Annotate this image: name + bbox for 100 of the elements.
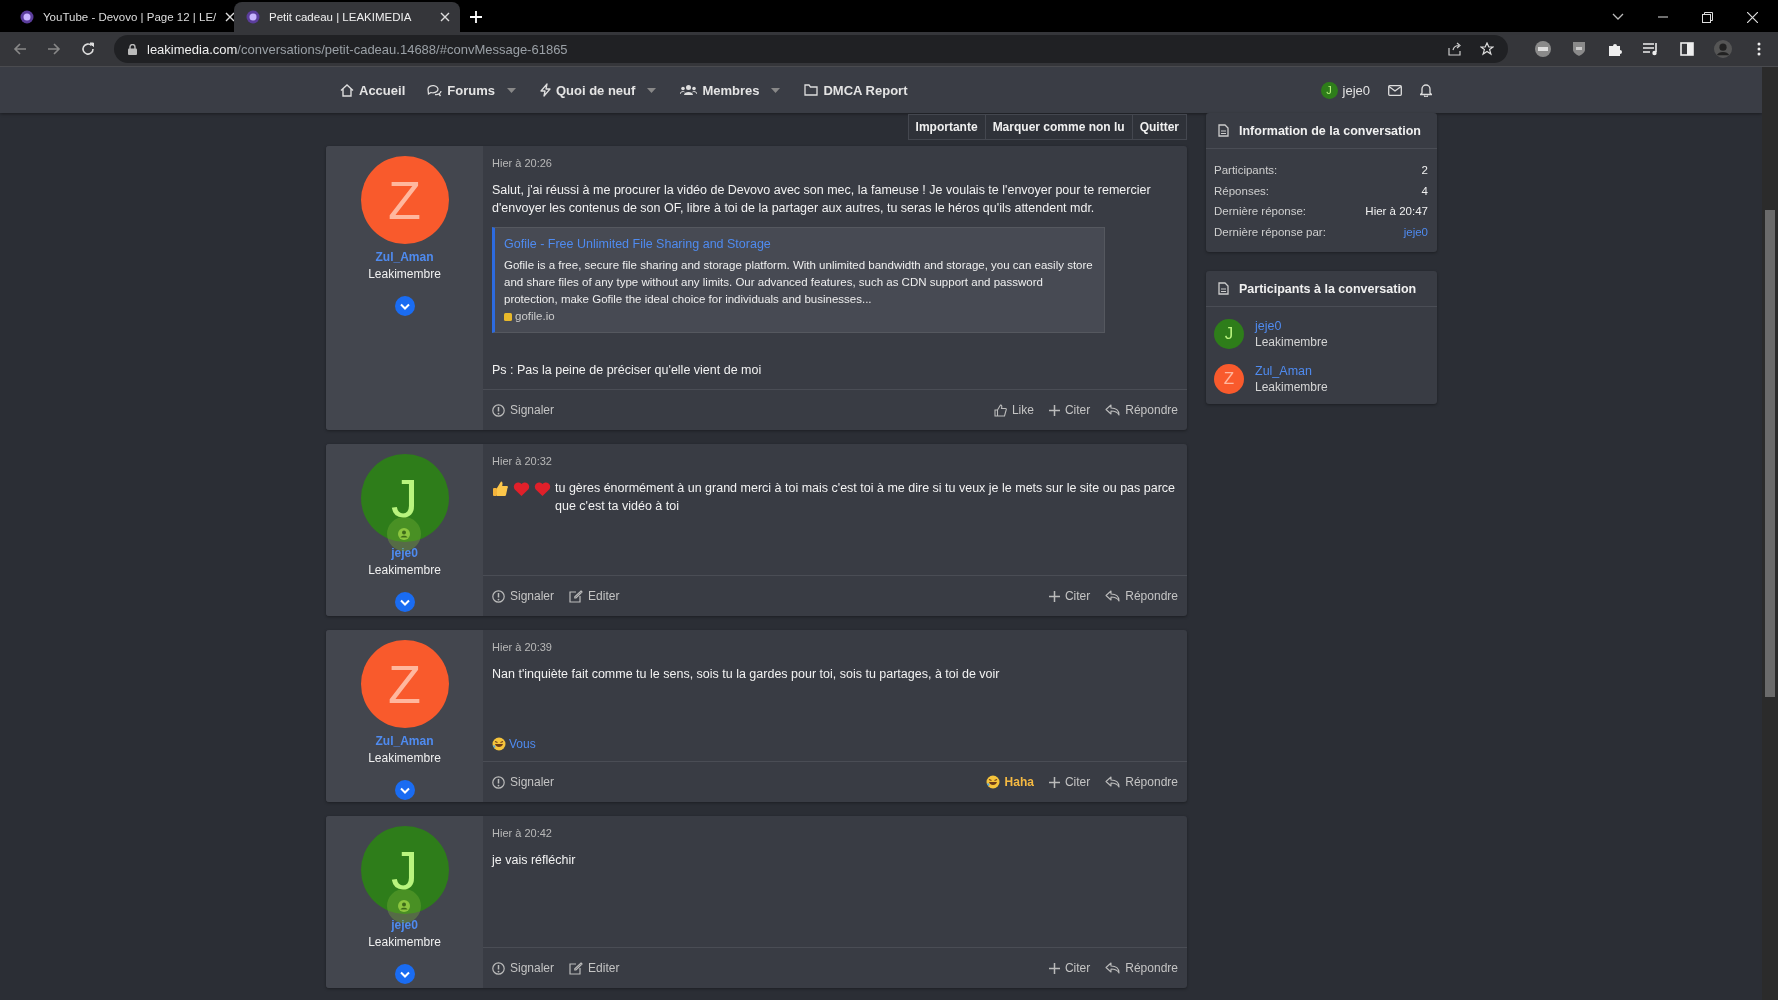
nav-link[interactable]: Accueil [340, 82, 406, 98]
username-link[interactable]: jeje0 [1255, 319, 1328, 333]
shield-icon[interactable] [1570, 41, 1588, 57]
timestamp[interactable]: Hier à 20:39 [492, 641, 552, 653]
forward-icon[interactable] [46, 42, 62, 56]
nav-link[interactable]: DMCA Report [804, 82, 908, 98]
tab-title: Petit cadeau | LEAKIMEDIA [269, 11, 413, 23]
action-link[interactable]: Répondre [1105, 403, 1178, 417]
nav-link[interactable]: Membres [680, 82, 760, 98]
browser-tab[interactable]: YouTube - Devovo | Page 12 | LE/ [8, 2, 234, 32]
expand-icon[interactable] [394, 964, 415, 984]
plus-icon [1048, 590, 1060, 602]
caret-icon[interactable] [771, 87, 781, 93]
action-link[interactable]: Répondre [1105, 961, 1178, 975]
close-icon[interactable] [225, 12, 236, 22]
action-link[interactable]: Signaler [492, 775, 555, 789]
action-link[interactable]: Répondre [1105, 589, 1178, 603]
action-link[interactable]: Like [993, 403, 1034, 417]
reply-icon [1105, 404, 1121, 416]
action-link[interactable]: Signaler [492, 589, 555, 603]
bell-icon[interactable] [1420, 83, 1432, 97]
info-label: Participants: [1214, 163, 1278, 178]
ad-blocker-icon[interactable] [1534, 41, 1552, 57]
account-link[interactable]: J jeje0 [1320, 81, 1370, 99]
action-link[interactable]: Citer [1048, 961, 1091, 975]
thumbs-up-emoji-icon [492, 480, 509, 497]
nav-link[interactable]: Quoi de neuf [539, 82, 636, 98]
close-icon[interactable] [1747, 11, 1758, 23]
nav-link[interactable]: Forums [427, 82, 495, 98]
tab-search-icon[interactable] [1612, 13, 1624, 21]
restore-icon[interactable] [1702, 11, 1713, 23]
warning-icon [492, 961, 505, 975]
address-bar[interactable]: leakimedia.com/conversations/petit-cadeau.14688/#convMessage-61865 [114, 35, 1508, 63]
browser-tab[interactable]: Petit cadeau | LEAKIMEDIA [234, 2, 460, 32]
user-title: Leakimembre [368, 751, 441, 765]
action-link[interactable]: Signaler [492, 403, 555, 417]
avatar[interactable]: J [360, 826, 449, 914]
url-text[interactable]: leakimedia.com/conversations/petit-cadeau.14688/#convMessage-61865 [147, 41, 568, 57]
mail-icon[interactable] [1388, 84, 1402, 96]
thumbs-up-icon [993, 403, 1007, 417]
message-text: Ps : Pas la peine de préciser qu'elle vient de moi [492, 362, 763, 379]
expand-icon[interactable] [394, 296, 415, 316]
user-title: Leakimembre [368, 563, 441, 577]
chat-bubbles-icon [427, 83, 443, 97]
warning-icon [492, 775, 505, 789]
message-text: je vais réfléchir [492, 852, 577, 869]
timestamp[interactable]: Hier à 20:26 [492, 157, 552, 169]
caret-icon[interactable] [506, 87, 516, 93]
share-icon[interactable] [1448, 42, 1462, 56]
reload-icon[interactable] [80, 42, 96, 56]
media-icon[interactable] [1642, 42, 1660, 56]
link-preview-card[interactable] [492, 227, 1105, 333]
close-icon[interactable] [440, 12, 450, 22]
info-label: Réponses: [1214, 183, 1269, 199]
star-icon[interactable] [1480, 42, 1494, 56]
action-link[interactable]: Répondre [1105, 775, 1178, 789]
user-title: Leakimembre [368, 267, 441, 281]
action-link[interactable]: Citer [1048, 403, 1091, 417]
new-tab-icon[interactable] [470, 11, 482, 23]
expand-icon[interactable] [394, 592, 415, 612]
caret-icon[interactable] [647, 87, 657, 93]
plus-icon [1048, 404, 1060, 416]
warning-icon [492, 589, 505, 603]
action-button[interactable]: Marquer comme non lu [984, 114, 1133, 140]
lightning-icon [539, 83, 551, 97]
edit-icon [569, 961, 584, 975]
extensions-icon[interactable] [1606, 41, 1624, 57]
scrollbar-thumb[interactable] [1765, 210, 1775, 697]
user-title: Leakimembre [1255, 335, 1328, 349]
reply-icon [1105, 962, 1121, 974]
timestamp[interactable]: Hier à 20:42 [492, 827, 552, 839]
action-link[interactable]: Editer [569, 589, 620, 603]
card-title: Participants à la conversation [1239, 281, 1417, 296]
heart-emoji-icon [513, 480, 530, 497]
avatar[interactable]: J [1214, 319, 1244, 349]
action-link[interactable]: Citer [1048, 775, 1091, 789]
heart-emoji-icon [534, 480, 551, 497]
edit-icon [569, 589, 584, 603]
action-link[interactable]: Signaler [492, 961, 555, 975]
back-icon[interactable] [12, 42, 28, 56]
info-label: Dernière réponse: [1214, 204, 1307, 219]
action-link[interactable]: Citer [1048, 589, 1091, 603]
username-link[interactable]: jeje0 [1403, 221, 1428, 242]
action-link[interactable]: Haha [985, 775, 1034, 789]
scrollbar[interactable] [1762, 67, 1778, 1000]
avatar[interactable]: J [360, 454, 449, 542]
username-link[interactable]: Zul_Aman [1255, 364, 1328, 378]
reaction-link[interactable]: Vous [509, 737, 536, 751]
favicon-icon [246, 10, 260, 24]
action-link[interactable]: Editer [569, 961, 620, 975]
warning-icon [492, 403, 505, 417]
info-value: Hier à 20:47 [1365, 204, 1428, 219]
document-icon [1218, 282, 1229, 295]
side-panel-icon[interactable] [1678, 42, 1696, 56]
expand-icon[interactable] [394, 780, 415, 800]
action-button[interactable]: Importante [907, 114, 986, 140]
action-button[interactable]: Quitter [1131, 114, 1187, 140]
timestamp[interactable]: Hier à 20:32 [492, 455, 552, 467]
card-title: Information de la conversation [1239, 123, 1421, 138]
user-title: Leakimembre [1255, 380, 1328, 394]
